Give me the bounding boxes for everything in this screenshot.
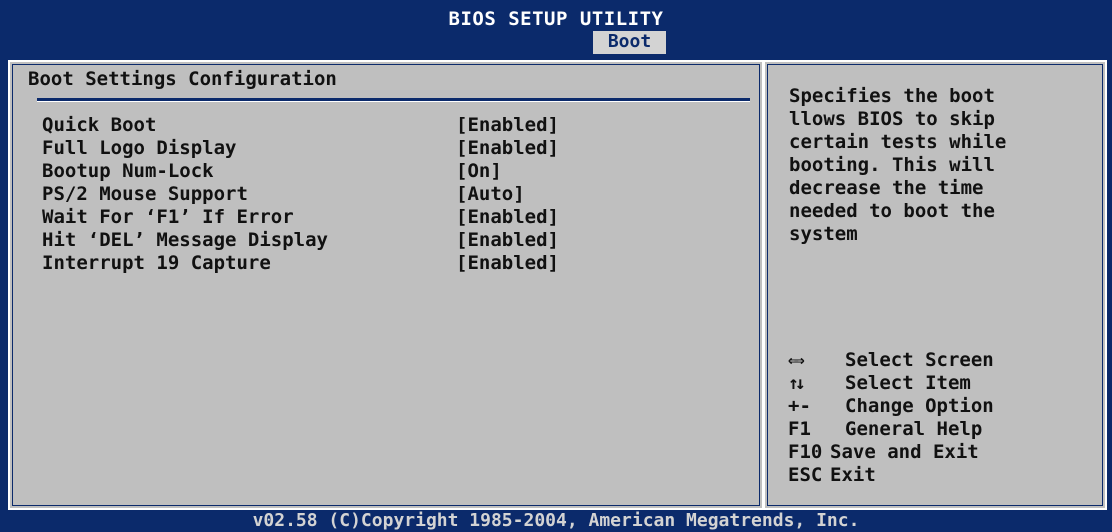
- help-text: Specifies the boot llows BIOS to skip ce…: [789, 85, 1007, 245]
- setting-bootup-num-lock[interactable]: Bootup Num-Lock [On]: [42, 159, 742, 182]
- section-divider: [37, 98, 750, 102]
- key-label: General Help: [845, 417, 983, 440]
- app-title: BIOS SETUP UTILITY: [448, 8, 664, 30]
- copyright-footer: v02.58 (C)Copyright 1985-2004, American …: [0, 510, 1112, 532]
- key-glyph: F1: [788, 417, 811, 440]
- setting-value[interactable]: [Enabled]: [456, 252, 559, 274]
- key-legend: ⇐⇒ Select Screen ↑↓ Select Item +- Chang…: [788, 348, 1088, 486]
- setting-ps2-mouse-support[interactable]: PS/2 Mouse Support [Auto]: [42, 182, 742, 205]
- key-label: Change Option: [845, 394, 994, 417]
- setting-hit-del-message[interactable]: Hit ‘DEL’ Message Display [Enabled]: [42, 228, 742, 251]
- key-general-help: F1 General Help: [788, 417, 1088, 440]
- setting-value[interactable]: [Enabled]: [456, 229, 559, 251]
- key-label: Select Item: [845, 371, 971, 394]
- setting-label: Bootup Num-Lock: [42, 159, 214, 182]
- left-right-arrow-icon: ⇐⇒: [788, 349, 805, 371]
- settings-list: Quick Boot [Enabled] Full Logo Display […: [42, 113, 742, 274]
- key-glyph: +-: [788, 394, 811, 417]
- setting-value[interactable]: [Enabled]: [456, 114, 559, 136]
- key-glyph: ⇐⇒: [788, 349, 845, 371]
- key-label: Select Screen: [845, 348, 994, 371]
- setting-label: Hit ‘DEL’ Message Display: [42, 228, 328, 251]
- setting-value[interactable]: [Auto]: [456, 183, 525, 205]
- key-select-screen: ⇐⇒ Select Screen: [788, 348, 1088, 371]
- key-change-option: +- Change Option: [788, 394, 1088, 417]
- setting-interrupt-19-capture[interactable]: Interrupt 19 Capture [Enabled]: [42, 251, 742, 274]
- key-glyph: ESC: [788, 463, 823, 486]
- setting-label: PS/2 Mouse Support: [42, 182, 248, 205]
- setting-label: Wait For ‘F1’ If Error: [42, 205, 294, 228]
- title-bar: BIOS SETUP UTILITY Boot: [0, 0, 1112, 58]
- setting-label: Full Logo Display: [42, 136, 237, 159]
- setting-value[interactable]: [Enabled]: [456, 137, 559, 159]
- up-down-arrow-icon: ↑↓: [788, 372, 806, 394]
- setting-wait-for-f1[interactable]: Wait For ‘F1’ If Error [Enabled]: [42, 205, 742, 228]
- section-title: Boot Settings Configuration: [28, 68, 337, 90]
- setting-label: Quick Boot: [42, 113, 157, 136]
- key-save-and-exit: F10 Save and Exit: [788, 440, 1088, 463]
- setting-value[interactable]: [On]: [456, 160, 502, 182]
- key-glyph: F10: [788, 440, 823, 463]
- tab-boot[interactable]: Boot: [593, 31, 666, 54]
- key-exit: ESC Exit: [788, 463, 1088, 486]
- setting-label: Interrupt 19 Capture: [42, 251, 271, 274]
- setting-full-logo-display[interactable]: Full Logo Display [Enabled]: [42, 136, 742, 159]
- key-glyph: ↑↓: [788, 372, 845, 394]
- setting-quick-boot[interactable]: Quick Boot [Enabled]: [42, 113, 742, 136]
- key-label: Exit: [830, 463, 876, 486]
- key-label: Save and Exit: [830, 440, 979, 463]
- setting-value[interactable]: [Enabled]: [456, 206, 559, 228]
- key-select-item: ↑↓ Select Item: [788, 371, 1088, 394]
